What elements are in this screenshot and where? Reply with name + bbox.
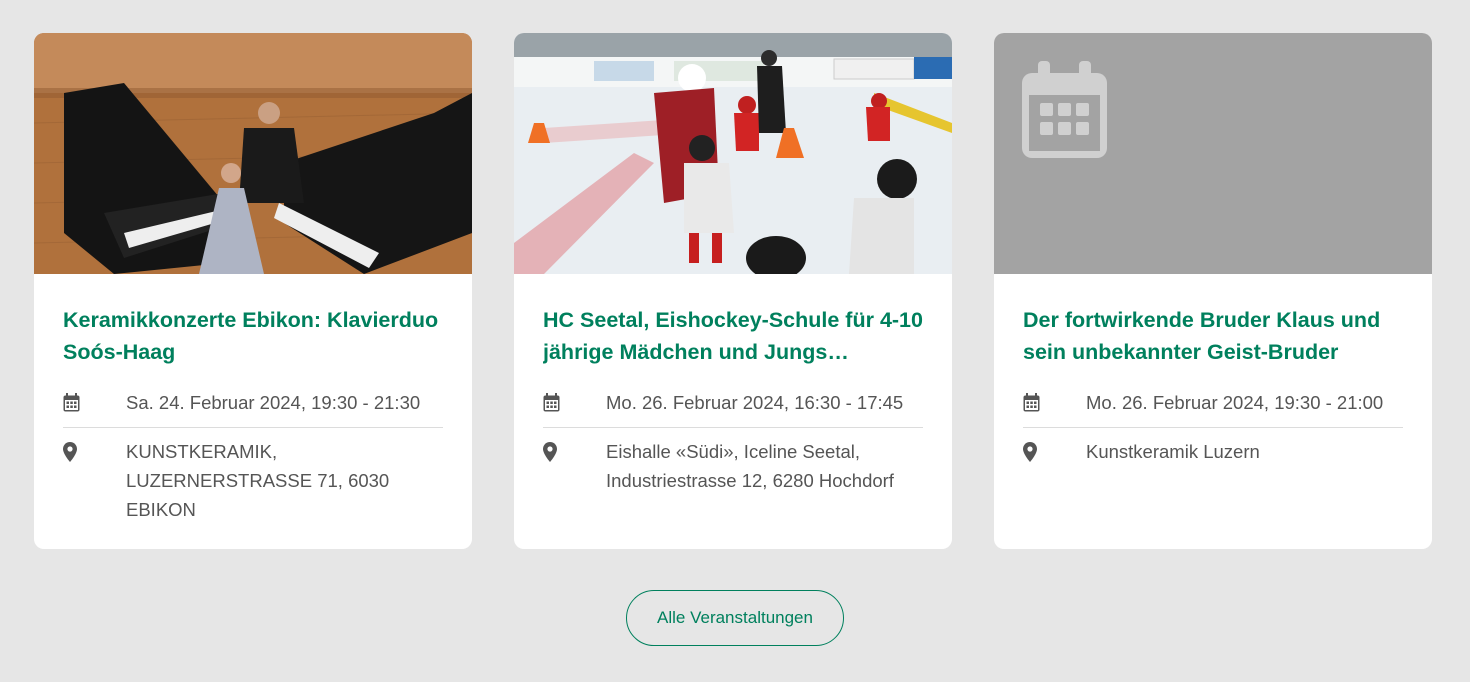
- calendar-icon: [543, 388, 606, 412]
- event-image-piano-duo[interactable]: [34, 33, 472, 274]
- calendar-icon: [1023, 388, 1086, 412]
- event-location: Kunstkeramik Luzern: [1086, 441, 1260, 462]
- map-pin-icon: [63, 437, 126, 462]
- map-pin-icon: [1023, 437, 1086, 462]
- event-location-row: KUNSTKERAMIK, LUZERNERSTRASSE 71, 6030 E…: [63, 437, 443, 524]
- map-pin-icon: [543, 437, 606, 462]
- calendar-icon: [63, 388, 126, 412]
- event-card[interactable]: Keramikkonzerte Ebikon: Klavierduo Soós-…: [34, 33, 472, 549]
- more-button-wrap: Alle Veranstaltungen: [0, 590, 1470, 646]
- calendar-placeholder-icon: [1022, 61, 1107, 158]
- event-location: Eishalle «Südi», Iceline Seetal, Industr…: [606, 441, 894, 491]
- event-image-placeholder[interactable]: [994, 33, 1432, 274]
- event-cards: Keramikkonzerte Ebikon: Klavierduo Soós-…: [34, 33, 1432, 549]
- event-location-row: Kunstkeramik Luzern: [1023, 437, 1403, 466]
- event-location: KUNSTKERAMIK, LUZERNERSTRASSE 71, 6030 E…: [126, 441, 390, 520]
- event-card[interactable]: Der fortwirkende Bruder Klaus und sein u…: [994, 33, 1432, 549]
- event-title[interactable]: Der fortwirkende Bruder Klaus und sein u…: [1023, 304, 1403, 368]
- event-card[interactable]: HC Seetal, Eishockey-Schule für 4-10 jäh…: [514, 33, 952, 549]
- event-date: Sa. 24. Februar 2024, 19:30 - 21:30: [126, 392, 421, 413]
- event-location-row: Eishalle «Südi», Iceline Seetal, Industr…: [543, 437, 923, 495]
- event-title[interactable]: HC Seetal, Eishockey-Schule für 4-10 jäh…: [543, 304, 923, 368]
- event-date: Mo. 26. Februar 2024, 16:30 - 17:45: [606, 392, 904, 413]
- event-date-row: Sa. 24. Februar 2024, 19:30 - 21:30: [63, 388, 443, 428]
- event-date: Mo. 26. Februar 2024, 19:30 - 21:00: [1086, 392, 1384, 413]
- event-date-row: Mo. 26. Februar 2024, 19:30 - 21:00: [1023, 388, 1403, 428]
- event-title[interactable]: Keramikkonzerte Ebikon: Klavierduo Soós-…: [63, 304, 443, 368]
- event-image-ice-hockey[interactable]: [514, 33, 952, 274]
- event-date-row: Mo. 26. Februar 2024, 16:30 - 17:45: [543, 388, 923, 428]
- all-events-button[interactable]: Alle Veranstaltungen: [626, 590, 844, 646]
